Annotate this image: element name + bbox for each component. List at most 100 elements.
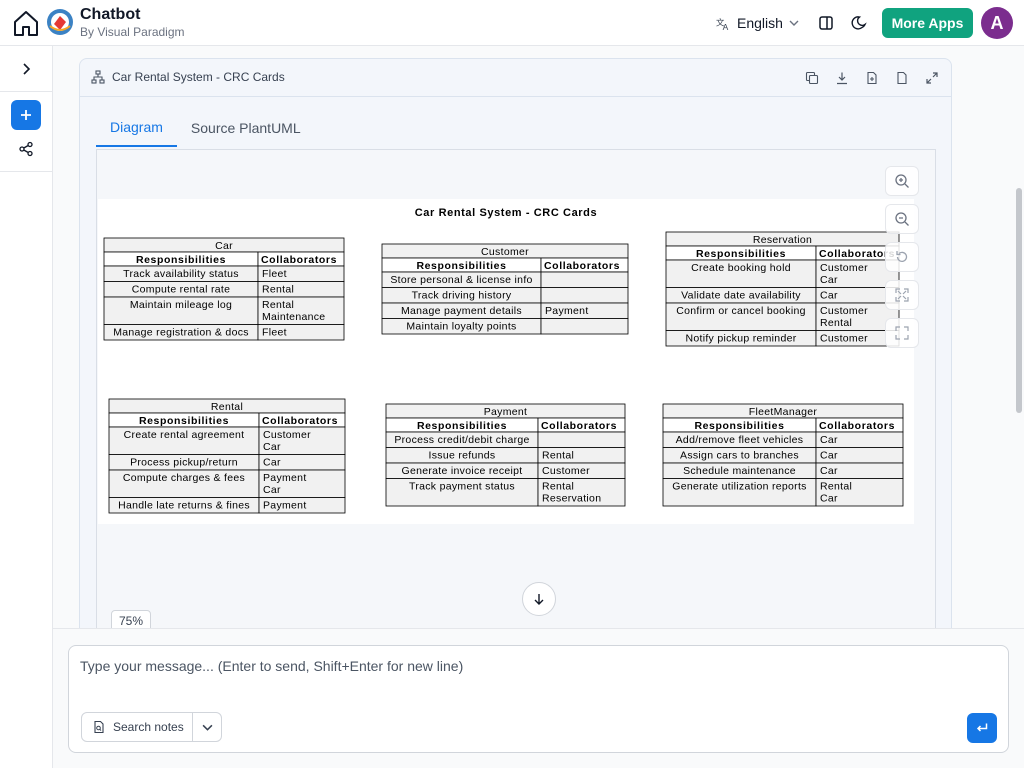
plus-icon [21, 110, 31, 120]
more-apps-button[interactable]: More Apps [882, 8, 973, 38]
resp-header: Responsibilities [696, 248, 786, 260]
collaborator-text: Car [820, 434, 838, 446]
sidebar-toggle-icon[interactable] [815, 12, 837, 34]
scroll-down-arrow-icon[interactable] [522, 582, 556, 616]
collaborator-text: Car [820, 465, 838, 477]
tab-diagram[interactable]: Diagram [96, 109, 177, 147]
responsibility-text: Process credit/debit charge [394, 434, 529, 446]
collaborator-text: Car [820, 274, 838, 286]
diagram-canvas[interactable]: Car Rental System - CRC Cards Car Respons… [96, 149, 936, 628]
collaborator-cell [537, 431, 626, 448]
diagram-card: Car Rental System - CRC Cards Diagram So… [79, 58, 952, 628]
diagram-tabs: Diagram Source PlantUML [96, 109, 315, 147]
notes-file-icon [94, 720, 104, 734]
collaborator-text: Reservation [542, 493, 601, 505]
collab-header: Collaborators [819, 420, 895, 432]
crc-card-name: Reservation [753, 234, 812, 246]
responsibility-text: Confirm or cancel booking [676, 305, 805, 317]
search-notes-control: Search notes [81, 712, 222, 742]
collaborator-text: Maintenance [262, 311, 325, 323]
responsibility-text: Generate utilization reports [672, 481, 806, 493]
chevron-right-icon[interactable] [15, 58, 37, 80]
collaborator-text: Customer [263, 429, 311, 441]
crc-card-rental: Rental Responsibilities Collaborators Creat… [108, 398, 346, 514]
top-header: Chatbot By Visual Paradigm 文A English Mo… [0, 0, 1024, 46]
search-notes-button[interactable]: Search notes [82, 713, 194, 741]
home-icon[interactable] [11, 8, 41, 38]
responsibility-text: Compute rental rate [132, 284, 231, 296]
share-icon[interactable] [15, 138, 37, 160]
app-subtitle: By Visual Paradigm [80, 25, 185, 39]
responsibility-text: Track payment status [409, 481, 515, 493]
zoom-in-icon[interactable] [885, 166, 919, 196]
message-composer: Search notes [68, 645, 1009, 753]
zoom-out-icon[interactable] [885, 204, 919, 234]
left-rail [0, 46, 53, 768]
zoom-level-indicator: 75% [111, 610, 151, 628]
document-icon[interactable] [893, 69, 911, 87]
responsibility-text: Manage registration & docs [113, 327, 249, 339]
collaborator-cell [540, 271, 629, 288]
send-button[interactable] [967, 713, 997, 743]
responsibility-text: Add/remove fleet vehicles [676, 434, 804, 446]
message-input[interactable] [80, 658, 880, 674]
dark-mode-moon-icon[interactable] [848, 12, 870, 34]
collaborator-text: Payment [263, 500, 307, 512]
resp-header: Responsibilities [136, 254, 226, 266]
fullscreen-icon[interactable] [885, 318, 919, 348]
diagram-sheet: Car Rental System - CRC Cards Car Respons… [98, 199, 914, 524]
crc-card-name: Car [215, 240, 233, 252]
diagram-card-header: Car Rental System - CRC Cards [80, 59, 951, 97]
crc-card-car: Car Responsibilities Collaborators Track av… [103, 237, 345, 341]
collaborator-text: Rental [820, 317, 852, 329]
responsibility-text: Track driving history [412, 290, 512, 302]
responsibility-text: Assign cars to branches [680, 450, 799, 462]
chevron-down-icon [789, 20, 799, 26]
collaborator-text: Car [820, 493, 838, 505]
responsibility-text: Store personal & license info [390, 274, 532, 286]
user-avatar[interactable]: A [981, 7, 1013, 39]
collaborator-text: Payment [545, 305, 589, 317]
reset-rotate-icon[interactable] [885, 242, 919, 272]
language-selector[interactable]: 文A English [716, 12, 799, 34]
fit-screen-icon[interactable] [885, 280, 919, 310]
collaborator-text: Rental [262, 299, 294, 311]
tab-source-plantuml[interactable]: Source PlantUML [177, 109, 315, 147]
resp-header: Responsibilities [416, 260, 506, 272]
responsibility-text: Validate date availability [681, 290, 801, 302]
expand-icon[interactable] [923, 69, 941, 87]
diagram-title: Car Rental System - CRC Cards [415, 207, 597, 219]
collab-header: Collaborators [819, 248, 895, 260]
chevron-down-icon[interactable] [193, 713, 221, 741]
collaborator-text: Fleet [262, 327, 287, 339]
resp-header: Responsibilities [139, 415, 229, 427]
svg-text:A: A [723, 22, 729, 31]
responsibility-text: Create rental agreement [124, 429, 245, 441]
page-scrollbar[interactable] [1016, 188, 1022, 413]
responsibility-text: Track availability status [123, 268, 239, 280]
download-icon[interactable] [833, 69, 851, 87]
chat-content-area: Car Rental System - CRC Cards Diagram So… [53, 46, 1024, 628]
diagram-card-title: Car Rental System - CRC Cards [112, 70, 285, 84]
rail-divider [0, 91, 53, 92]
collaborator-text: Car [263, 457, 281, 469]
collaborator-text: Customer [820, 305, 868, 317]
collaborator-text: Customer [820, 333, 868, 345]
collaborator-text: Car [820, 290, 838, 302]
copy-icon[interactable] [803, 69, 821, 87]
collaborator-text: Rental [820, 481, 852, 493]
collaborator-cell [540, 318, 629, 335]
visual-paradigm-logo-icon [46, 8, 74, 36]
app-title: Chatbot [80, 6, 141, 23]
export-file-icon[interactable] [863, 69, 881, 87]
responsibility-text: Manage payment details [401, 305, 522, 317]
collaborator-text: Customer [820, 262, 868, 274]
collaborator-text: Car [263, 441, 281, 453]
new-chat-button[interactable] [11, 100, 41, 130]
responsibility-text: Generate invoice receipt [401, 465, 522, 477]
composer-area: Search notes [53, 628, 1024, 768]
responsibility-text: Notify pickup reminder [685, 333, 796, 345]
resp-header: Responsibilities [694, 420, 784, 432]
collaborator-text: Car [263, 484, 281, 496]
collaborator-cell [540, 287, 629, 304]
